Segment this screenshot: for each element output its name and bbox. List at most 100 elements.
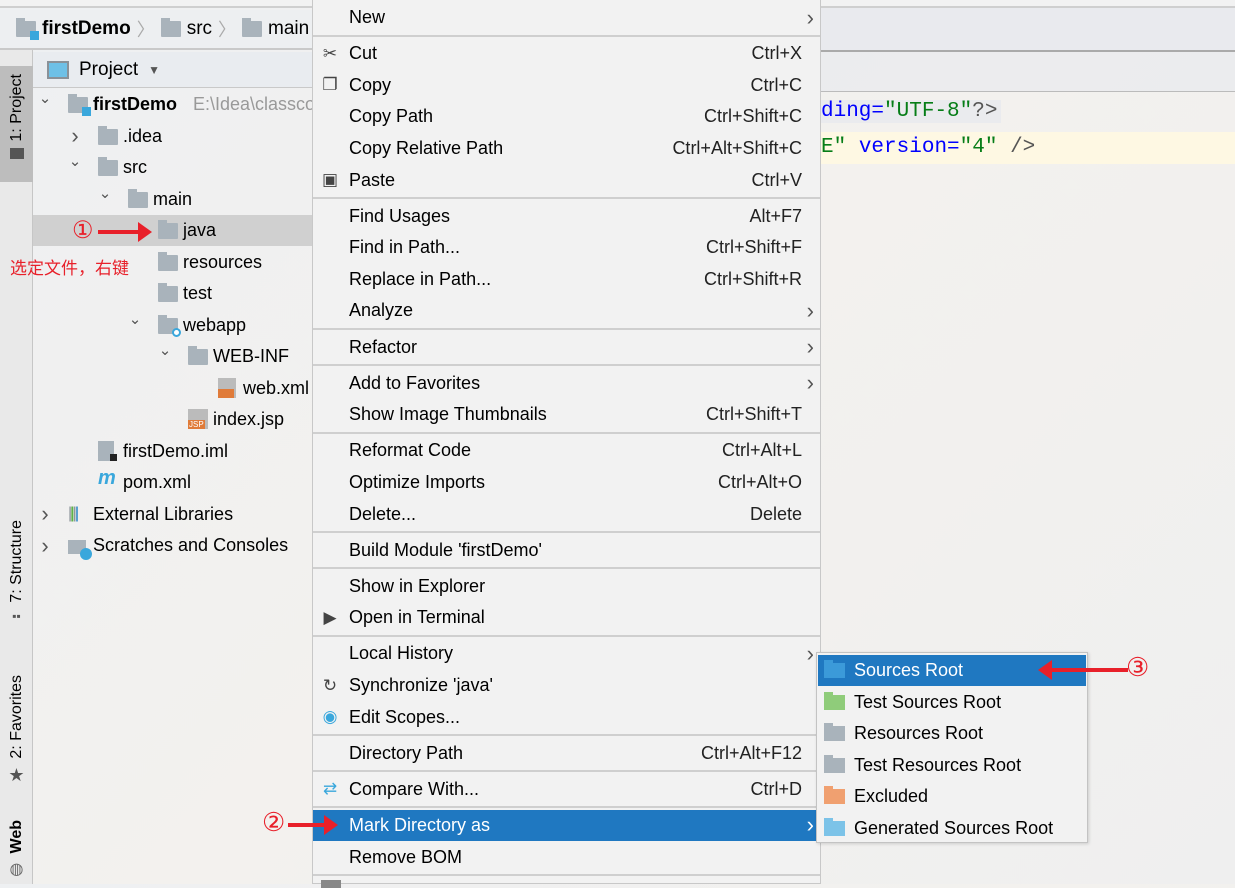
menu-item-label: Compare With... bbox=[349, 778, 480, 799]
tree-item-pom-xml[interactable]: m pom.xml bbox=[33, 467, 312, 498]
breadcrumb-item-firstdemo[interactable]: firstDemo bbox=[16, 18, 131, 40]
tool-tab-structure[interactable]: 7: Structure ▪▪ bbox=[0, 520, 33, 640]
menu-item-optimize-imports[interactable]: Optimize Imports Ctrl+Alt+O bbox=[313, 467, 820, 498]
tree-item-webapp[interactable]: ⌄ webapp bbox=[33, 310, 312, 341]
tree-item-scratches-and-consoles[interactable]: › Scratches and Consoles bbox=[33, 530, 312, 561]
chevron-right-icon: › bbox=[806, 297, 814, 323]
menu-item-label: Find in Path... bbox=[349, 237, 461, 258]
submenu-item-label: Generated Sources Root bbox=[854, 817, 1054, 838]
menu-item-label: Build Module 'firstDemo' bbox=[349, 539, 542, 560]
menu-item-reformat-code[interactable]: Reformat Code Ctrl+Alt+L bbox=[313, 435, 820, 466]
menu-item-show-in-explorer[interactable]: Show in Explorer bbox=[313, 571, 820, 602]
tree-item-src[interactable]: ⌄ src bbox=[33, 152, 312, 183]
code-line-1[interactable]: ding="UTF-8"?> bbox=[821, 100, 1002, 123]
menu-item-copy[interactable]: ❐ Copy Ctrl+C bbox=[313, 70, 820, 101]
chevron-right-icon[interactable]: › bbox=[38, 501, 52, 527]
menu-item-mark-directory-as[interactable]: Mark Directory as › bbox=[313, 809, 820, 841]
breadcrumb-label: src bbox=[186, 18, 213, 39]
context-menu: New › ✂ Cut Ctrl+X ❐ Copy Ctrl+C Copy Path Ctrl+S… bbox=[312, 0, 821, 888]
tree-item--idea[interactable]: › .idea bbox=[33, 121, 312, 152]
chevron-down-icon[interactable]: ▼ bbox=[148, 63, 160, 77]
folder-icon bbox=[824, 754, 845, 773]
xml-equals: = bbox=[871, 100, 885, 123]
submenu-item-excluded[interactable]: Excluded bbox=[818, 781, 1086, 812]
menu-item-label: Remove BOM bbox=[349, 846, 463, 867]
menu-item-analyze[interactable]: Analyze › bbox=[313, 295, 820, 326]
iml-file-icon bbox=[98, 440, 117, 467]
folder-icon bbox=[824, 723, 845, 741]
menu-item-add-to-favorites[interactable]: Add to Favorites › bbox=[313, 368, 820, 399]
breadcrumb-item-src[interactable]: src bbox=[160, 18, 213, 40]
chevron-right-icon[interactable]: › bbox=[38, 533, 52, 559]
menu-item-find-usages[interactable]: Find Usages Alt+F7 bbox=[313, 201, 820, 232]
menu-item-label: Paste bbox=[349, 169, 396, 190]
code-line-2[interactable]: E" version="4" /> bbox=[812, 132, 1235, 164]
menu-item-copy-relative-path[interactable]: Copy Relative Path Ctrl+Alt+Shift+C bbox=[313, 133, 820, 164]
sync-icon: ↻ bbox=[322, 675, 338, 695]
chevron-down-icon[interactable]: ⌄ bbox=[158, 341, 172, 359]
menu-item-cut[interactable]: ✂ Cut Ctrl+X bbox=[313, 38, 820, 69]
annotation-arrow-2 bbox=[288, 815, 338, 835]
chevron-right-icon[interactable]: › bbox=[68, 123, 82, 149]
menu-item-label: Directory Path bbox=[349, 742, 464, 763]
project-panel-header[interactable]: Project ▼ bbox=[33, 52, 312, 88]
copy-icon: ❐ bbox=[322, 75, 338, 95]
menu-item-replace-in-path[interactable]: Replace in Path... Ctrl+Shift+R bbox=[313, 264, 820, 295]
menu-item-local-history[interactable]: Local History › bbox=[313, 638, 820, 669]
tree-item-web-xml[interactable]: web.xml bbox=[33, 373, 312, 404]
menu-item-label: Show Image Thumbnails bbox=[349, 404, 547, 425]
menu-item-copy-path[interactable]: Copy Path Ctrl+Shift+C bbox=[313, 101, 820, 132]
tree-item-index-jsp[interactable]: JSP index.jsp bbox=[33, 404, 312, 435]
tree-item-firstdemo-iml[interactable]: firstDemo.iml bbox=[33, 436, 312, 467]
chevron-down-icon[interactable]: ⌄ bbox=[128, 310, 142, 328]
menu-item-shortcut: Delete bbox=[749, 503, 802, 524]
submenu-item-test-resources-root[interactable]: Test Resources Root bbox=[818, 750, 1086, 781]
tree-item-label: External Libraries bbox=[93, 503, 234, 524]
menu-item-shortcut: Ctrl+X bbox=[751, 43, 802, 64]
menu-item-paste[interactable]: ▣ Paste Ctrl+V bbox=[313, 165, 820, 196]
scope-icon: ◉ bbox=[322, 707, 338, 727]
menu-item-synchronize-java[interactable]: ↻ Synchronize 'java' bbox=[313, 670, 820, 701]
tree-item-label: main bbox=[153, 188, 193, 209]
tool-tab-project[interactable]: 1: Project bbox=[0, 66, 33, 182]
menu-item-build-module-firstdemo[interactable]: Build Module 'firstDemo' bbox=[313, 535, 820, 566]
menu-item-open-in-terminal[interactable]: ▶ Open in Terminal bbox=[313, 602, 820, 633]
menu-item-remove-bom[interactable]: Remove BOM bbox=[313, 842, 820, 873]
breadcrumb-label: main bbox=[268, 18, 310, 39]
chevron-right-icon: 〉 bbox=[136, 20, 155, 40]
submenu-item-test-sources-root[interactable]: Test Sources Root bbox=[818, 687, 1086, 718]
menu-item-compare-with[interactable]: ⇄ Compare With... Ctrl+D bbox=[313, 774, 820, 805]
submenu-item-generated-sources-root[interactable]: Generated Sources Root bbox=[818, 813, 1086, 844]
menu-item-delete[interactable]: Delete... Delete bbox=[313, 499, 820, 530]
tree-item-main[interactable]: ⌄ main bbox=[33, 184, 312, 215]
chevron-down-icon[interactable]: ⌄ bbox=[98, 184, 112, 202]
tree-item-label: firstDemo bbox=[93, 94, 178, 114]
menu-separator bbox=[313, 34, 820, 37]
menu-item-show-image-thumbnails[interactable]: Show Image Thumbnails Ctrl+Shift+T bbox=[313, 399, 820, 430]
menu-item-new[interactable]: New › bbox=[313, 2, 820, 33]
folder-icon bbox=[824, 786, 845, 804]
menu-separator bbox=[313, 431, 820, 434]
chevron-down-icon[interactable]: ⌄ bbox=[68, 152, 82, 170]
breadcrumb-label: firstDemo bbox=[42, 18, 131, 39]
web-folder-icon bbox=[158, 314, 181, 339]
menu-item-refactor[interactable]: Refactor › bbox=[313, 332, 820, 363]
tool-tab-web[interactable]: Web ◍ bbox=[0, 820, 33, 884]
tree-item-test[interactable]: test bbox=[33, 278, 312, 309]
tree-item-web-inf[interactable]: ⌄ WEB-INF bbox=[33, 341, 312, 372]
menu-item-label: Show in Explorer bbox=[349, 575, 486, 596]
menu-item-label: Replace in Path... bbox=[349, 268, 492, 289]
submenu-item-resources-root[interactable]: Resources Root bbox=[818, 718, 1086, 749]
menu-item-find-in-path[interactable]: Find in Path... Ctrl+Shift+F bbox=[313, 232, 820, 263]
tree-item-firstdemo[interactable]: ⌄ firstDemo E:\Idea\classco bbox=[33, 89, 312, 120]
tree-item-label: pom.xml bbox=[123, 472, 192, 492]
chevron-down-icon[interactable]: ⌄ bbox=[38, 89, 52, 107]
folder-icon bbox=[824, 660, 845, 678]
menu-item-directory-path[interactable]: Directory Path Ctrl+Alt+F12 bbox=[313, 738, 820, 769]
tool-tab-favorites[interactable]: 2: Favorites ★ bbox=[0, 675, 33, 790]
menu-item-edit-scopes[interactable]: ◉ Edit Scopes... bbox=[313, 702, 820, 733]
scratches-icon bbox=[68, 538, 92, 560]
breadcrumb-item-main[interactable]: main bbox=[242, 18, 309, 40]
tree-item-external-libraries[interactable]: › |||| External Libraries bbox=[33, 499, 312, 530]
paste-icon: ▣ bbox=[321, 170, 339, 189]
